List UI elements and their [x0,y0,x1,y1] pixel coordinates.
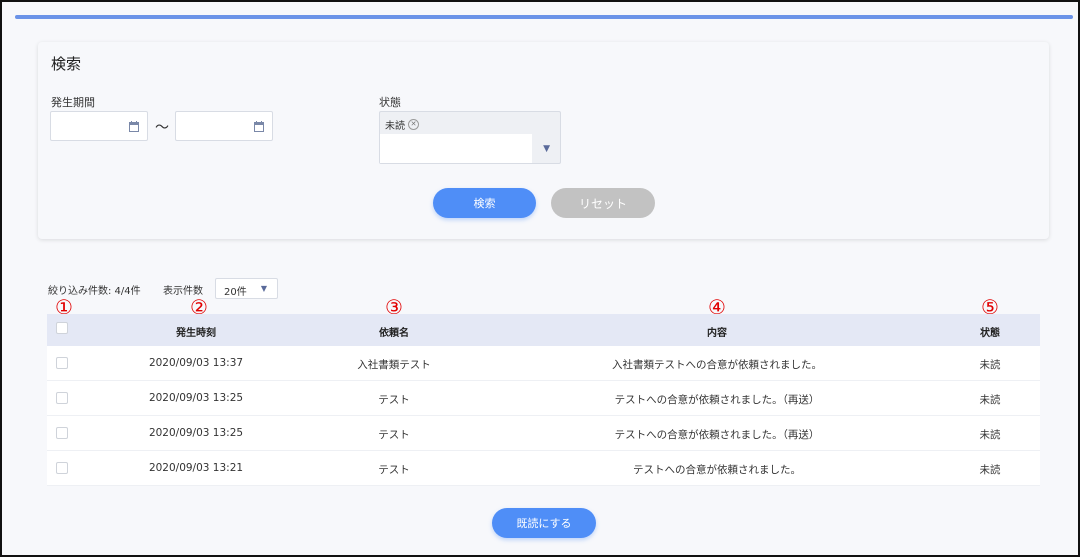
cell-occurred-at: 2020/09/03 13:21 [148,462,244,474]
cell-request-name: テスト [378,394,410,406]
search-button[interactable]: 検索 [433,188,536,218]
status-input[interactable] [380,134,532,163]
table-row[interactable]: 2020/09/03 13:37 入社書類テスト 入社書類テストへの合意が依頼さ… [47,346,1040,381]
row-checkbox[interactable] [56,462,68,474]
column-status[interactable]: 状態 [980,324,1000,339]
period-separator: ～ [155,120,169,136]
cell-status: 未読 [979,394,1001,406]
column-occurred-at[interactable]: 発生時刻 [176,324,216,339]
column-content[interactable]: 内容 [707,324,727,339]
calendar-icon[interactable] [129,121,139,132]
select-all-checkbox[interactable] [56,322,68,334]
period-label: 発生期間 [51,96,95,109]
status-multiselect[interactable]: 未読 ✕ ▼ [379,111,561,164]
table-header: 発生時刻 依頼名 内容 状態 [47,314,1040,346]
period-to-input[interactable] [175,111,273,141]
top-accent-bar [15,15,1073,19]
cell-status: 未読 [979,464,1001,476]
search-panel: 検索 発生期間 ～ 状態 未読 ✕ ▼ 検索 リセット [38,42,1049,239]
cell-content: 入社書類テストへの合意が依頼されました。 [612,359,822,371]
calendar-icon[interactable] [254,121,264,132]
search-panel-title: 検索 [51,55,82,73]
status-tag: 未読 ✕ [385,117,419,132]
cell-status: 未読 [979,429,1001,441]
cell-status: 未読 [979,359,1001,371]
cell-content: テストへの合意が依頼されました。 [633,464,801,476]
per-page-value: 20件 [224,287,247,298]
table-row[interactable]: 2020/09/03 13:25 テスト テストへの合意が依頼されました。（再送… [47,416,1040,451]
cell-occurred-at: 2020/09/03 13:25 [148,392,244,404]
reset-button[interactable]: リセット [551,188,655,218]
column-request-name[interactable]: 依頼名 [379,324,409,339]
cell-content: テストへの合意が依頼されました。（再送） [614,429,820,441]
cell-request-name: 入社書類テスト [357,359,431,371]
per-page-select[interactable]: 20件 ▼ [215,278,278,299]
cell-request-name: テスト [378,464,410,476]
table-row[interactable]: 2020/09/03 13:25 テスト テストへの合意が依頼されました。（再送… [47,381,1040,416]
remove-tag-icon[interactable]: ✕ [408,119,419,130]
cell-content: テストへの合意が依頼されました。（再送） [614,394,820,406]
status-label: 状態 [379,96,401,109]
status-tag-label: 未読 [385,121,405,132]
notification-table: 発生時刻 依頼名 内容 状態 2020/09/03 13:37 入社書類テスト … [47,314,1040,486]
cell-occurred-at: 2020/09/03 13:25 [148,427,244,439]
chevron-down-icon[interactable]: ▼ [543,144,550,154]
row-checkbox[interactable] [56,357,68,369]
row-checkbox[interactable] [56,427,68,439]
cell-occurred-at: 2020/09/03 13:37 [148,357,244,369]
mark-read-button[interactable]: 既読にする [492,508,596,538]
page-frame: 検索 発生期間 ～ 状態 未読 ✕ ▼ 検索 リセット 絞り込み件数: 4/4件… [0,0,1080,557]
row-checkbox[interactable] [56,392,68,404]
chevron-down-icon: ▼ [260,284,267,293]
cell-request-name: テスト [378,429,410,441]
period-from-input[interactable] [50,111,148,141]
table-row[interactable]: 2020/09/03 13:21 テスト テストへの合意が依頼されました。 未読 [47,451,1040,486]
